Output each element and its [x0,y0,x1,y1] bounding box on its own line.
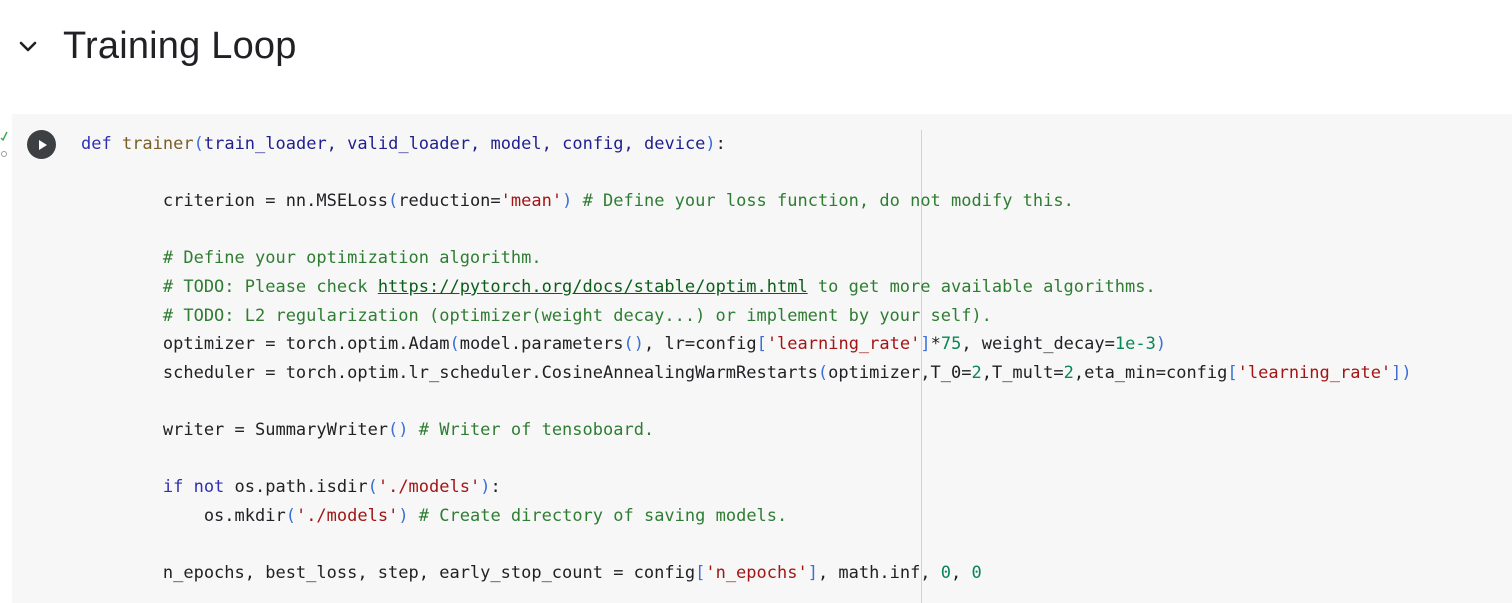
code-string: 'learning_rate' [766,334,921,355]
code-number: 1e-3 [1114,334,1156,355]
code-bracket: ] [920,334,931,355]
code-text: : [490,477,501,498]
code-text: , lr=config [643,334,757,355]
code-text: os.mkdir [81,505,286,526]
code-text: optimizer,T_0= [828,362,972,383]
code-text: criterion = nn.MSELoss [81,191,389,212]
code-comment: # Define your loss function, do not modi… [572,191,1074,212]
section-title: Training Loop [63,25,297,67]
code-line: if not os.path.isdir('./models'): [81,473,1506,502]
code-parameter: device [644,134,706,154]
code-line: # Define your optimization algorithm. [81,244,1506,273]
code-bracket: ( [285,505,296,526]
code-text: n_epochs, best_loss, step, early_stop_co… [81,562,696,583]
code-bracket: ] [807,562,818,583]
code-string: 'n_epochs' [705,562,808,583]
code-line: optimizer = torch.optim.Adam(model.param… [81,330,1506,359]
code-comment: # Define your optimization algorithm. [81,248,542,269]
code-text: writer = SummaryWriter [81,419,389,440]
code-number: 2 [971,362,982,383]
code-bracket: ( [193,134,204,154]
code-number: 0 [940,562,952,583]
code-parameter: train_loader, [203,134,348,154]
code-bracket: [ [695,562,706,583]
chevron-down-icon [19,41,37,52]
code-text: os.path.isdir [224,477,368,498]
code-line: def trainer(train_loader, valid_loader, … [81,130,1506,159]
code-comment: # TODO: L2 regularization (optimizer(wei… [81,305,992,326]
code-bracket: ) [1155,334,1167,355]
collapse-section-button[interactable] [14,30,42,62]
code-comment: # Writer of tensoboard. [408,419,655,440]
code-line: os.mkdir('./models') # Create directory … [81,502,1506,531]
code-text: model.parameters [459,334,624,355]
play-icon [38,139,47,150]
code-line: # TODO: L2 regularization (optimizer(wei… [81,302,1506,331]
code-bracket: ) [398,505,409,526]
section-header: Training Loop [0,0,1512,100]
code-comment: # TODO: Please check [81,276,378,297]
code-link[interactable]: https://pytorch.org/docs/stable/optim.ht… [378,277,808,297]
code-string: 'learning_rate' [1237,362,1392,383]
run-cell-button[interactable] [27,130,56,159]
code-bracket: ( [388,191,399,212]
code-text: , weight_decay= [961,334,1115,355]
code-editor[interactable]: def trainer(train_loader, valid_loader, … [81,130,1506,600]
code-bracket: [ [1227,362,1238,383]
code-text: reduction= [398,191,501,212]
code-string: './models' [377,477,481,498]
code-parameter: model, [490,134,563,154]
code-string: 'mean' [500,191,563,212]
code-bracket: ]) [1391,362,1412,383]
code-text: * [930,334,941,355]
code-line: scheduler = torch.optim.lr_scheduler.Cos… [81,359,1506,388]
code-parameter: config, [562,134,644,154]
code-number: 0 [971,562,982,583]
code-line: # TODO: Please check https://pytorch.org… [81,273,1506,302]
code-line: n_epochs, best_loss, step, early_stop_co… [81,559,1506,588]
cell-status-icon [0,131,8,157]
code-bracket: ( [817,362,829,383]
code-parameter: valid_loader, [347,134,491,154]
code-bracket: ) [562,191,573,212]
code-text: , [951,562,972,583]
code-cell[interactable]: def trainer(train_loader, valid_loader, … [12,114,1512,603]
code-bracket: ( [367,477,378,498]
code-text: , math.inf, [817,562,941,583]
code-bracket: ) [705,134,716,154]
code-bracket: () [388,419,409,440]
code-string: './models' [295,505,399,526]
code-text: scheduler = torch.optim.lr_scheduler.Cos… [81,362,818,383]
code-keyword: if not [81,477,225,498]
code-text: : [715,134,726,154]
code-bracket: ( [449,334,460,355]
code-line: writer = SummaryWriter() # Writer of ten… [81,416,1506,445]
code-line: criterion = nn.MSELoss(reduction='mean')… [81,187,1506,216]
code-comment: # Create directory of saving models. [408,505,788,526]
code-text: ,eta_min=config [1073,362,1228,383]
code-text: optimizer = torch.optim.Adam [81,334,450,355]
code-bracket: [ [756,334,767,355]
code-text: ,T_mult= [981,362,1064,383]
code-keyword: def [81,134,122,154]
code-number: 2 [1063,362,1074,383]
code-comment: to get more available algorithms. [807,276,1156,297]
code-bracket: ) [480,477,491,498]
code-number: 75 [940,334,962,355]
code-function-name: trainer [121,134,194,154]
code-bracket: () [623,334,644,355]
